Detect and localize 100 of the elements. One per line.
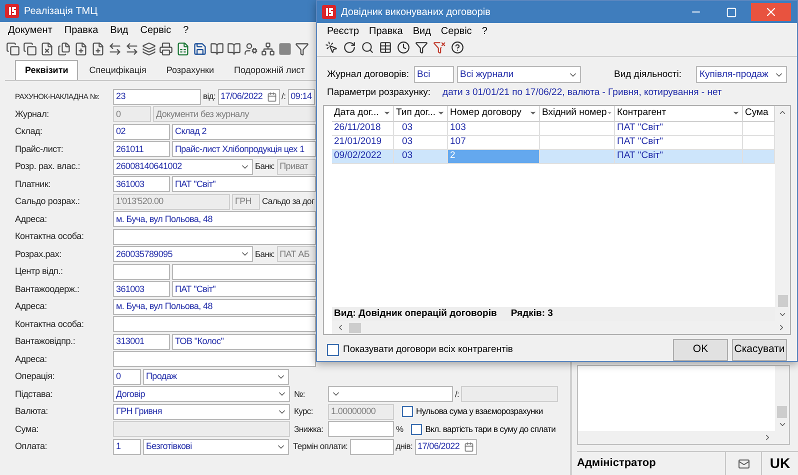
save-icon[interactable]: [193, 42, 207, 56]
menu-item[interactable]: Документ: [8, 23, 52, 38]
checkbox-label[interactable]: Показувати договори всіх контрагентів: [343, 342, 669, 358]
date-field[interactable]: 17/06/2022: [218, 88, 280, 105]
input-field[interactable]: [113, 228, 316, 245]
scroll-down-icon[interactable]: [778, 310, 787, 319]
menu-item[interactable]: Вид: [110, 23, 128, 38]
column-header[interactable]: Тип дог...: [394, 106, 448, 121]
new-document-icon[interactable]: [74, 42, 88, 56]
search-icon[interactable]: [361, 41, 374, 54]
dropdown[interactable]: Купівля-продаж: [696, 66, 787, 84]
input-field[interactable]: [328, 421, 394, 438]
dropdown[interactable]: 260035789095: [113, 246, 253, 262]
scroll-right-icon[interactable]: [777, 323, 786, 332]
printer-icon[interactable]: [159, 42, 173, 56]
dialog-button[interactable]: OK: [673, 339, 728, 361]
input-field[interactable]: 02: [113, 124, 170, 140]
close-button[interactable]: [751, 3, 791, 21]
horizontal-scrollbar[interactable]: [578, 431, 789, 444]
filter-icon[interactable]: [295, 42, 309, 56]
input-field[interactable]: 23: [113, 88, 201, 105]
mail-icon[interactable]: [738, 458, 750, 470]
square-icon[interactable]: [278, 42, 292, 56]
checkbox-label[interactable]: Вкл. вартість тари в суму до сплати: [425, 422, 556, 436]
book-icon[interactable]: [210, 42, 224, 56]
input-field[interactable]: 09:14: [288, 88, 315, 105]
tab[interactable]: Специфікація: [80, 62, 156, 80]
menu-item[interactable]: Правка: [369, 24, 403, 38]
input-field[interactable]: [113, 264, 170, 280]
menu-item[interactable]: Сервіс: [440, 24, 472, 38]
menu-item[interactable]: Правка: [64, 23, 98, 38]
scroll-left-icon[interactable]: [336, 323, 345, 332]
scroll-thumb[interactable]: [349, 322, 361, 332]
spreadsheet-icon[interactable]: [176, 42, 190, 56]
dropdown[interactable]: Всі журнали: [456, 66, 581, 84]
input-field[interactable]: 361003: [113, 281, 170, 298]
date-field[interactable]: 17/06/2022: [414, 438, 477, 455]
exchange-icon[interactable]: [108, 42, 122, 56]
input-field[interactable]: ТОВ "Колос": [172, 334, 316, 350]
checkbox-label[interactable]: Нульова сума у взаєморозрахунки: [416, 405, 543, 418]
user-settings-icon[interactable]: [244, 42, 258, 56]
language-indicator[interactable]: UK: [762, 452, 798, 475]
dropdown[interactable]: ГРН Гривня: [113, 404, 290, 420]
delete-document-icon[interactable]: [40, 42, 54, 56]
input-field[interactable]: м. Буча, вул Польова, 48: [113, 211, 316, 228]
column-header[interactable]: Дата дог...: [332, 106, 394, 121]
input-field[interactable]: ПАТ "Світ": [172, 281, 316, 298]
input-field[interactable]: ПАТ "Світ": [172, 176, 316, 192]
copy-icon[interactable]: [6, 42, 20, 56]
vertical-scrollbar[interactable]: [775, 106, 790, 321]
table-row[interactable]: 26/11/2018 03 103 ПАТ "Світ": [332, 122, 775, 136]
input-field[interactable]: Склад 2: [172, 124, 316, 140]
dropdown[interactable]: Безготівкові: [143, 438, 289, 455]
input-field[interactable]: 1: [113, 438, 141, 455]
input-field[interactable]: м. Буча, вул Польова, 48: [113, 298, 316, 315]
dropdown[interactable]: Продаж: [143, 368, 289, 385]
vertical-scrollbar[interactable]: [775, 366, 789, 431]
scroll-thumb[interactable]: [778, 295, 788, 307]
menu-item[interactable]: Вид: [412, 24, 431, 38]
dropdown[interactable]: Договір: [113, 386, 290, 402]
tab[interactable]: Реквізити: [15, 60, 78, 80]
refresh-icon[interactable]: [343, 41, 356, 54]
scroll-down-icon[interactable]: [778, 420, 786, 429]
menu-item[interactable]: ?: [183, 23, 189, 38]
hierarchy-icon[interactable]: [261, 42, 275, 56]
column-header[interactable]: Вхідний номер: [540, 106, 615, 121]
dialog-button[interactable]: Скасувати: [732, 339, 787, 361]
filter-icon[interactable]: [415, 41, 428, 54]
new-document-icon[interactable]: [91, 42, 105, 56]
input-field[interactable]: 313001: [113, 334, 170, 350]
input-field[interactable]: [172, 264, 316, 280]
menu-item[interactable]: Реєстр: [327, 24, 360, 38]
clock-icon[interactable]: [397, 41, 410, 54]
dropdown[interactable]: 26008140641002: [113, 158, 253, 175]
checkbox[interactable]: [411, 424, 422, 435]
exchange-icon[interactable]: [125, 42, 139, 56]
input-field[interactable]: [113, 351, 316, 368]
menu-item[interactable]: ?: [482, 24, 488, 38]
table-row[interactable]: 09/02/2022 03 2 ПАТ "Світ": [332, 150, 775, 164]
book-icon[interactable]: [227, 42, 241, 56]
input-field[interactable]: [350, 438, 394, 455]
column-header[interactable]: Контрагент: [615, 106, 743, 121]
files-icon[interactable]: [57, 42, 71, 56]
scroll-thumb[interactable]: [777, 406, 787, 418]
table-icon[interactable]: [379, 41, 392, 54]
input-field[interactable]: [113, 316, 316, 332]
input-field[interactable]: 261011: [113, 141, 170, 158]
tab[interactable]: Подорожній лист: [225, 62, 314, 80]
layers-icon[interactable]: [142, 42, 156, 56]
copy-icon[interactable]: [23, 42, 37, 56]
column-header[interactable]: Номер договору: [448, 106, 540, 121]
input-field[interactable]: 361003: [113, 176, 170, 192]
pointer-icon[interactable]: [325, 41, 338, 54]
input-field[interactable]: 0: [113, 368, 141, 385]
checkbox[interactable]: [402, 406, 413, 418]
input-field[interactable]: Прайс-лист Хлібопродукція цех 1: [172, 141, 316, 158]
horizontal-scrollbar[interactable]: [332, 321, 790, 334]
help-icon[interactable]: [451, 41, 464, 54]
menu-item[interactable]: Сервіс: [140, 23, 172, 38]
input-field[interactable]: Всі: [414, 66, 454, 84]
